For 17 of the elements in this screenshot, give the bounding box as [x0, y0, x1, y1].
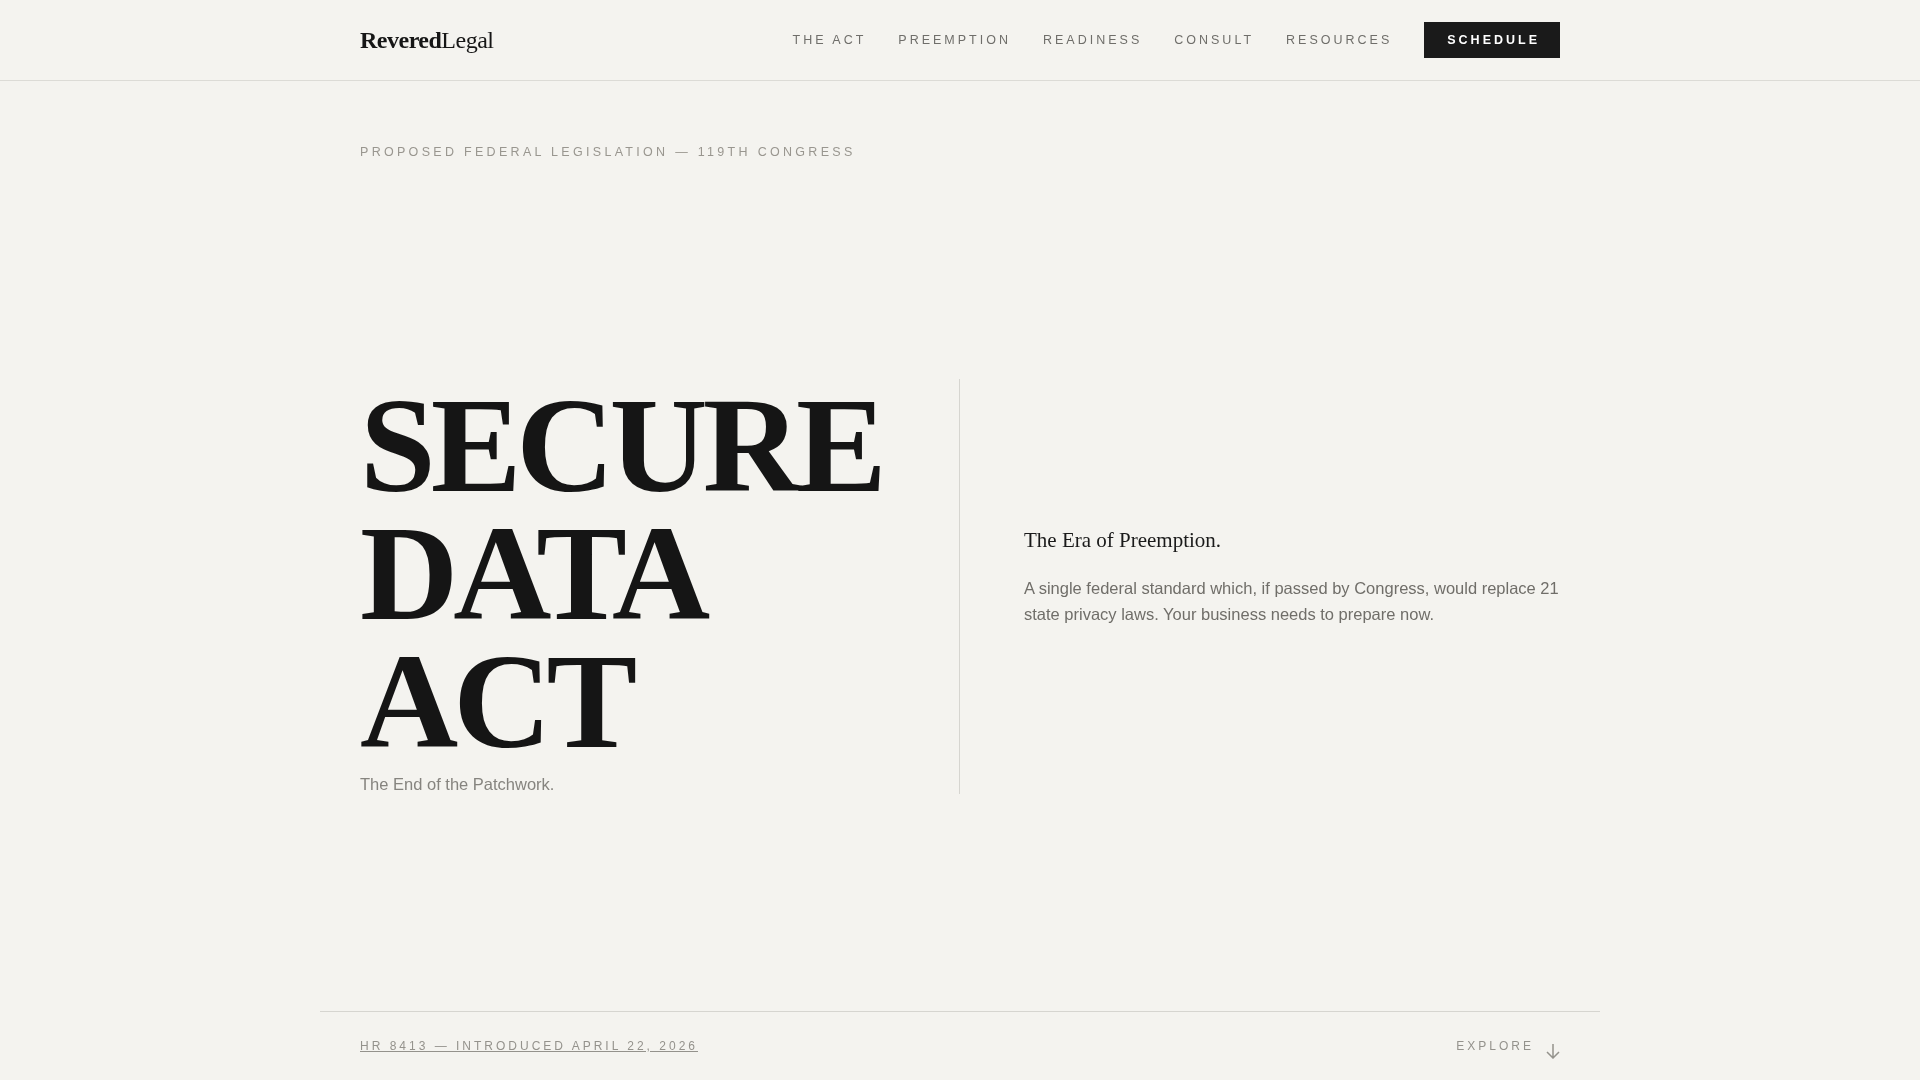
nav-link[interactable]: THE ACT: [792, 33, 867, 47]
nav-link[interactable]: READINESS: [1043, 33, 1143, 47]
arrow-down-icon[interactable]: [1546, 1043, 1560, 1059]
nav-link[interactable]: RESOURCES: [1286, 33, 1393, 47]
aside-heading: The Era of Preemption.: [1024, 528, 1223, 553]
hero-title-line: SECURE: [360, 381, 883, 509]
eyebrow-text: PROPOSED FEDERAL LEGISLATION — 119TH CONGRESS: [360, 145, 857, 159]
aside-paragraph: A single federal standard which, if passed by Congress, would replace 21 state privacy laws. Your business needs to prepare now.: [1024, 578, 1560, 625]
hero-title-line: DATA: [360, 509, 707, 637]
hero-subtitle: The End of the Patchwork.: [360, 775, 556, 794]
nav-link[interactable]: PREEMPTION: [898, 33, 1011, 47]
schedule-button[interactable]: SCHEDULE: [1424, 22, 1560, 58]
bill-link[interactable]: HR 8413 — INTRODUCED APRIL 22, 2026: [360, 1039, 698, 1053]
logo[interactable]: ReveredLegal: [360, 26, 494, 54]
explore-link[interactable]: EXPLORE: [1456, 1039, 1534, 1053]
hero-title-line: ACT: [360, 637, 634, 765]
nav-link[interactable]: CONSULT: [1174, 33, 1255, 47]
